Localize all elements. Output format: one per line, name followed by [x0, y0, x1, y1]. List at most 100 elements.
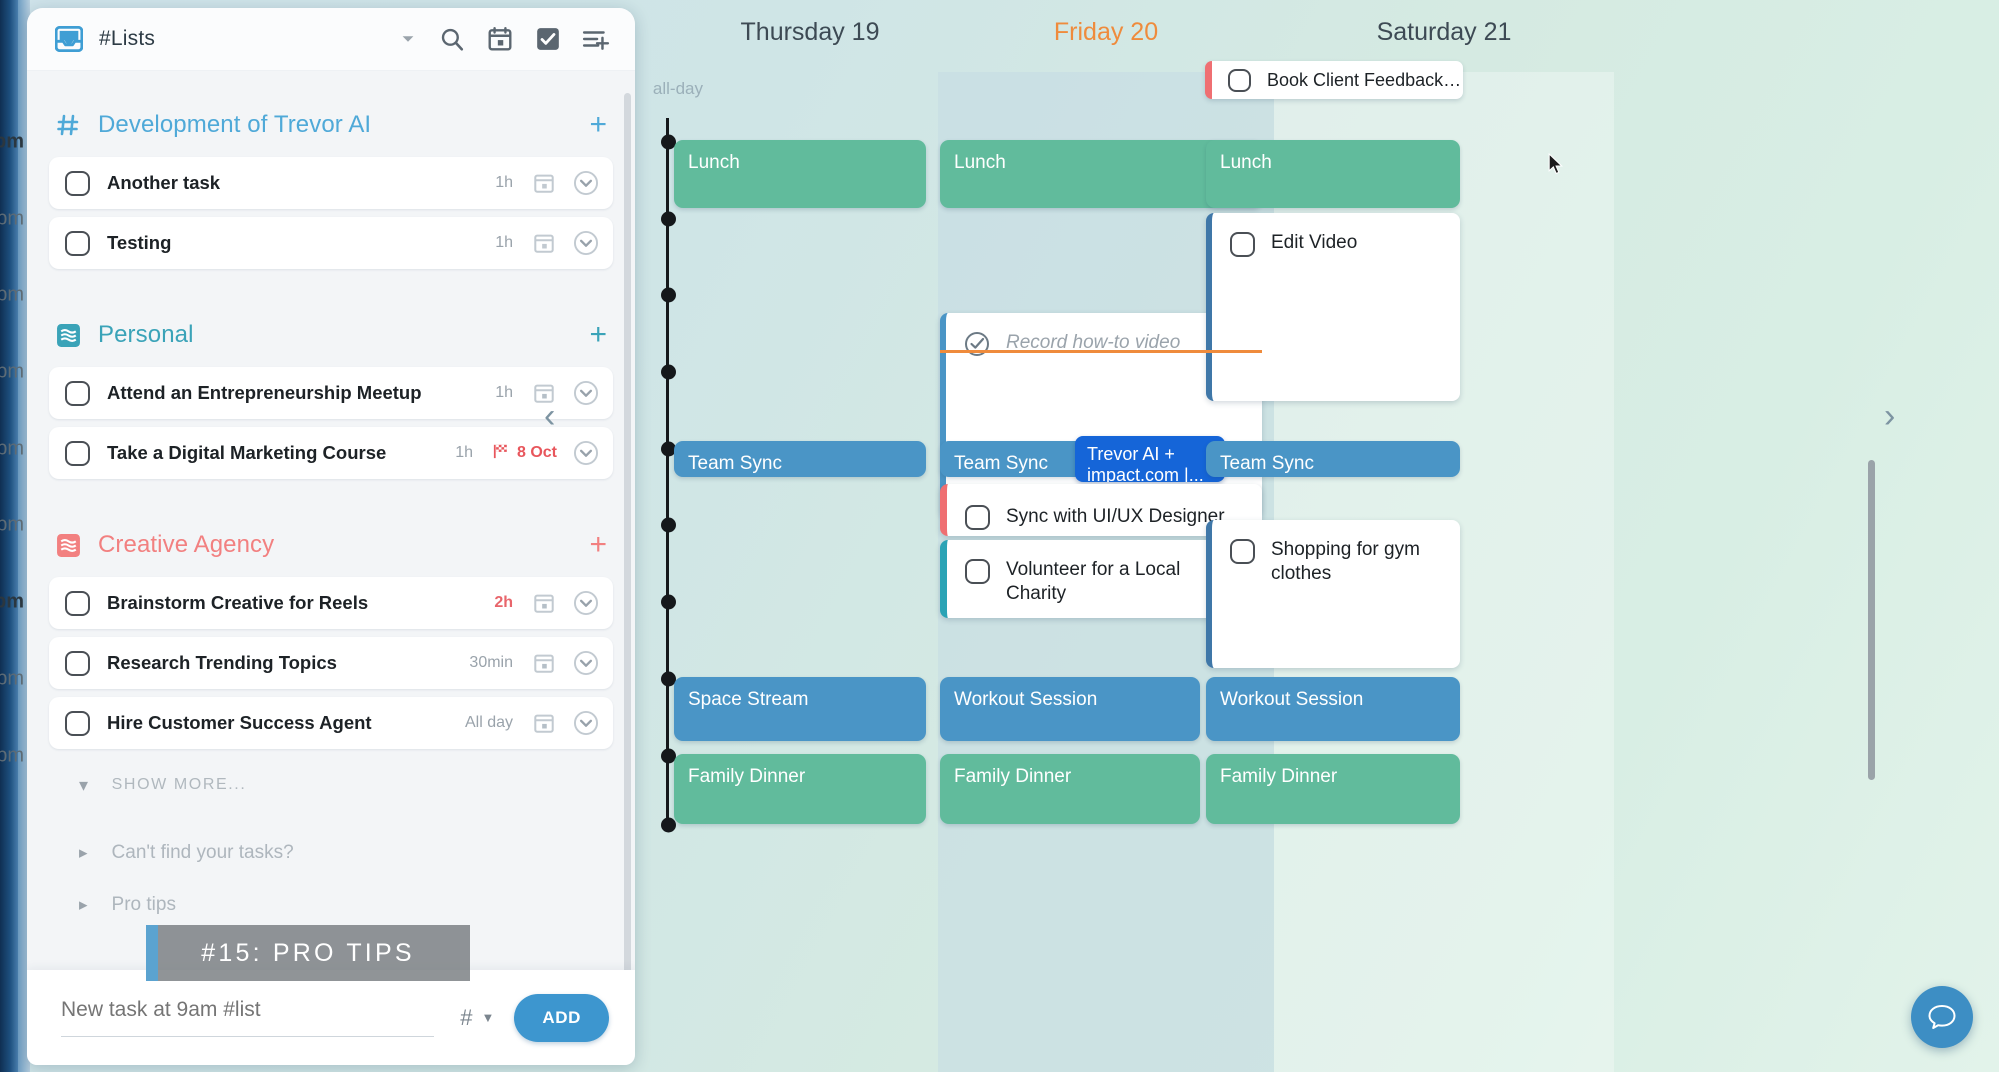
task-title: Take a Digital Marketing Course [107, 442, 387, 463]
group-header[interactable]: Creative Agency + [49, 513, 613, 577]
list-add-icon[interactable] [579, 22, 613, 56]
mouse-cursor [1548, 152, 1565, 181]
sidebar-task-list[interactable]: Development of Trevor AI + Another task … [27, 71, 635, 970]
event-lunch-saturday[interactable]: Lunch [1206, 140, 1460, 208]
sidebar-scrollbar[interactable] [624, 93, 631, 970]
calendar-icon[interactable] [483, 22, 517, 56]
chat-bubble-icon[interactable] [1911, 986, 1973, 1048]
time-axis-dot [661, 211, 676, 227]
day-header-thursday[interactable]: Thursday 19 [660, 18, 960, 47]
badge-trevor-ai-impact[interactable]: Trevor AI + impact.com |... [1075, 436, 1225, 482]
task-meta: 1h [495, 230, 599, 256]
task-checkbox[interactable] [65, 650, 90, 676]
group-header[interactable]: Personal + [49, 303, 613, 367]
task-checkbox[interactable] [65, 710, 90, 736]
task-row[interactable]: Another task 1h [49, 157, 613, 209]
task-row[interactable]: Testing 1h [49, 217, 613, 269]
stack-icon [55, 322, 81, 348]
hash-label: # [460, 1004, 473, 1030]
sidebar-title: #Lists [99, 27, 156, 50]
current-time-line [940, 350, 1262, 353]
finish-flag-icon [493, 443, 509, 463]
task-checkbox[interactable] [1228, 68, 1251, 92]
add-task-to-group-button[interactable]: + [589, 320, 607, 350]
group-name: Personal [98, 321, 194, 348]
task-checkbox[interactable] [65, 590, 90, 616]
event-team-sync-saturday[interactable]: Team Sync [1206, 441, 1460, 477]
task-row[interactable]: Attend an Entrepreneurship Meetup 1h [49, 367, 613, 419]
task-expand-chevron-icon[interactable] [573, 440, 599, 466]
task-row[interactable]: Brainstorm Creative for Reels 2h [49, 577, 613, 629]
task-checkbox[interactable] [65, 230, 90, 256]
task-row[interactable]: Take a Digital Marketing Course 1h 8 Oct [49, 427, 613, 479]
event-workout-session-friday[interactable]: Workout Session [940, 677, 1200, 741]
search-icon[interactable] [435, 22, 469, 56]
task-row[interactable]: Hire Customer Success Agent All day [49, 697, 613, 749]
task-duration: 1h [495, 234, 513, 251]
new-task-input[interactable] [61, 998, 435, 1037]
show-more-button[interactable]: ▾ SHOW MORE... [49, 757, 613, 813]
time-label-2pm: 2pm [0, 283, 24, 306]
task-card-shopping-for-gym-clothes[interactable]: Shopping for gym clothes [1206, 520, 1460, 668]
task-checkbox[interactable] [965, 559, 990, 584]
task-checkbox[interactable] [1230, 539, 1255, 564]
task-expand-chevron-icon[interactable] [573, 710, 599, 736]
event-family-dinner-saturday[interactable]: Family Dinner [1206, 754, 1460, 824]
task-checkbox[interactable] [965, 504, 990, 530]
calendar-icon[interactable] [533, 592, 555, 614]
event-lunch-thursday[interactable]: Lunch [674, 140, 926, 208]
chevron-left-icon[interactable]: ‹ [544, 397, 555, 436]
group-name: Development of Trevor AI [98, 111, 372, 138]
calendar-icon[interactable] [533, 232, 555, 254]
task-card-edit-video[interactable]: Edit Video [1206, 213, 1460, 401]
completed-check-icon[interactable] [964, 331, 990, 362]
add-task-to-group-button[interactable]: + [589, 110, 607, 140]
task-checkbox[interactable] [65, 170, 90, 196]
task-expand-chevron-icon[interactable] [573, 380, 599, 406]
calendar-scrollbar[interactable] [1868, 460, 1875, 780]
task-expand-chevron-icon[interactable] [573, 590, 599, 616]
event-workout-session-saturday[interactable]: Workout Session [1206, 677, 1460, 741]
show-more-label: SHOW MORE... [111, 776, 247, 793]
task-checkbox[interactable] [65, 440, 90, 466]
time-label-5pm: 5pm [0, 513, 24, 536]
collapsed-section-pro-tips[interactable]: ▸ Pro tips [49, 879, 613, 931]
task-checkbox[interactable] [65, 380, 90, 406]
time-axis-dot [661, 287, 676, 303]
calendar-icon[interactable] [533, 172, 555, 194]
chevron-right-icon[interactable]: › [1884, 397, 1895, 436]
checked-box-icon[interactable] [531, 22, 565, 56]
day-header-saturday[interactable]: Saturday 21 [1274, 18, 1614, 47]
calendar-panel: Thursday 19 Friday 20 Saturday 21 all-da… [0, 0, 1999, 1072]
event-team-sync-thursday[interactable]: Team Sync [674, 441, 926, 477]
list-picker-button[interactable]: # ▼ [460, 1005, 494, 1031]
task-checkbox[interactable] [1230, 232, 1255, 257]
event-family-dinner-thursday[interactable]: Family Dinner [674, 754, 926, 824]
task-expand-chevron-icon[interactable] [573, 230, 599, 256]
task-duration: 1h [495, 384, 513, 401]
collapsed-section-label: Can't find your tasks? [111, 842, 294, 863]
collapsed-section-cant-find-tasks[interactable]: ▸ Can't find your tasks? [49, 827, 613, 879]
task-row[interactable]: Research Trending Topics 30min [49, 637, 613, 689]
time-axis-dot [661, 364, 676, 380]
task-duration: 2h [494, 594, 513, 611]
new-task-footer: # ▼ ADD [27, 970, 635, 1065]
calendar-icon[interactable] [533, 652, 555, 674]
day-column-thursday[interactable] [640, 72, 938, 1072]
sidebar-header: #Lists [27, 8, 635, 71]
inbox-icon [54, 25, 84, 53]
event-family-dinner-friday[interactable]: Family Dinner [940, 754, 1200, 824]
pro-tips-overlay-banner: #15: PRO TIPS [146, 925, 470, 981]
add-task-to-group-button[interactable]: + [589, 530, 607, 560]
all-day-task-book-client-feedback[interactable]: Book Client Feedback Sess... [1205, 61, 1463, 99]
task-expand-chevron-icon[interactable] [573, 170, 599, 196]
task-expand-chevron-icon[interactable] [573, 650, 599, 676]
task-title: Attend an Entrepreneurship Meetup [107, 382, 422, 403]
event-space-stream-thursday[interactable]: Space Stream [674, 677, 926, 741]
group-header[interactable]: Development of Trevor AI + [49, 93, 613, 157]
task-due-date[interactable]: 8 Oct [493, 443, 557, 463]
chevron-down-icon[interactable] [395, 22, 421, 56]
day-header-friday[interactable]: Friday 20 [938, 18, 1274, 47]
add-task-button[interactable]: ADD [514, 993, 609, 1042]
calendar-icon[interactable] [533, 712, 555, 734]
